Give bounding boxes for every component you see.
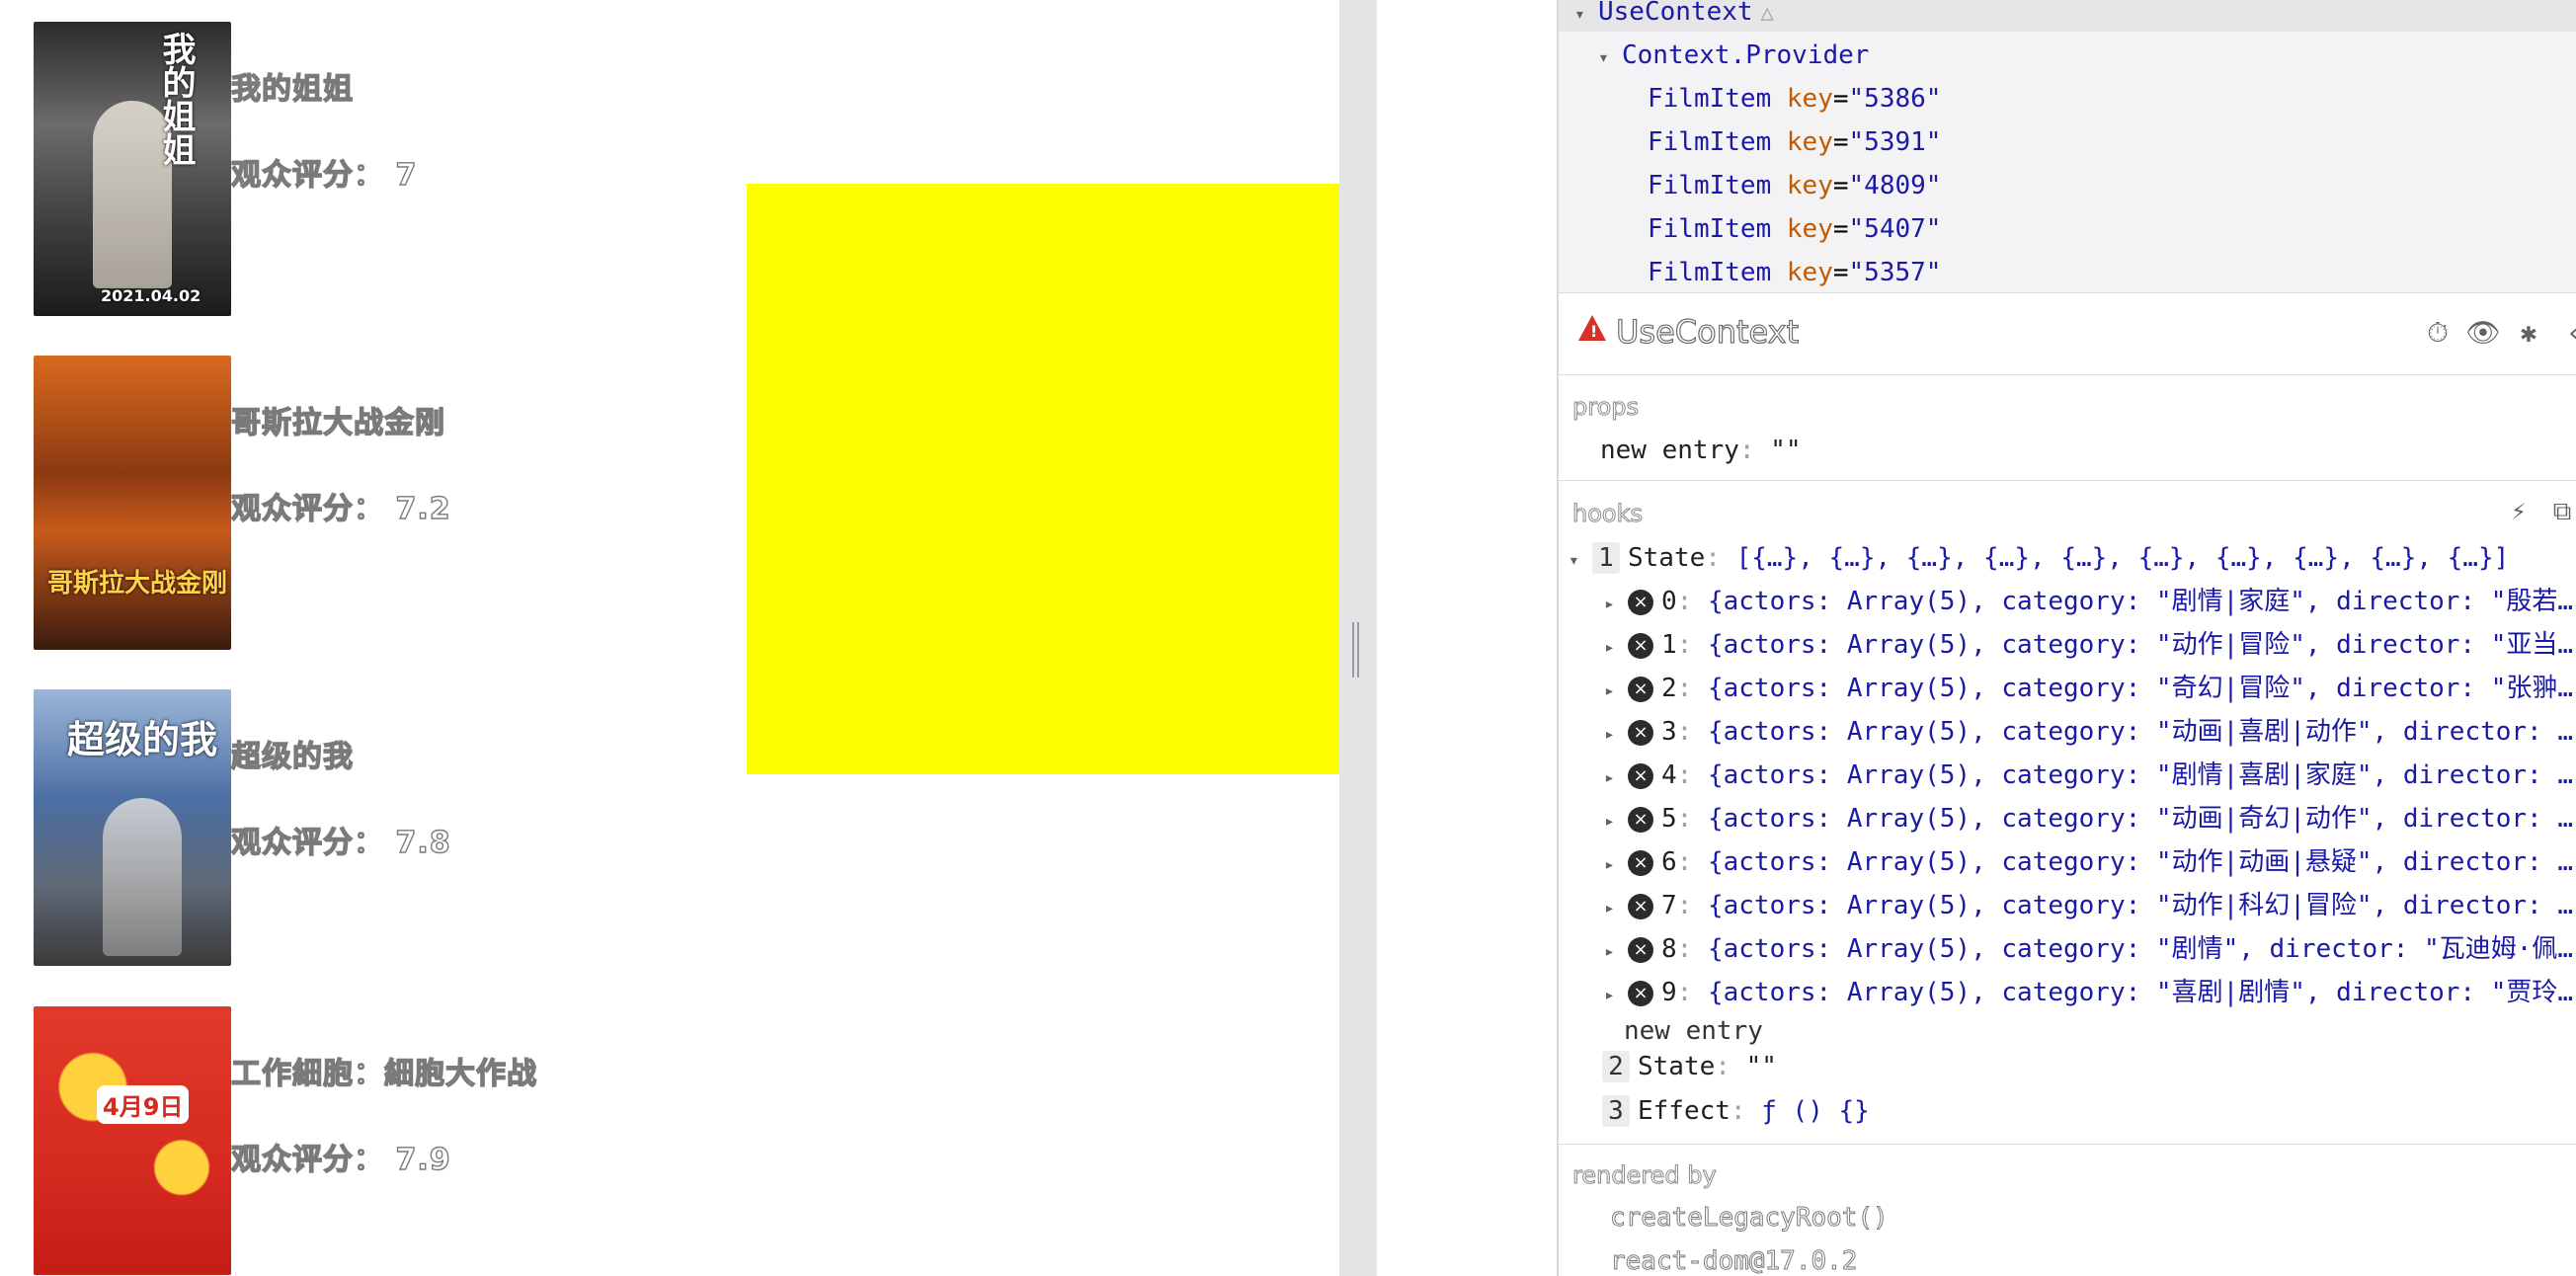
delete-entry-icon[interactable]: × [1628,980,1653,1006]
delete-entry-icon[interactable]: × [1628,936,1653,963]
caret-right-icon[interactable]: ▸ [1604,757,1628,800]
caret-right-icon[interactable]: ▸ [1604,843,1628,887]
film-title: 我的姐姐 [230,71,354,107]
divider [1559,480,2576,481]
hook-effect-3[interactable]: 3 Effect: ƒ () {} [1602,1089,1870,1133]
delete-entry-icon[interactable]: × [1628,849,1653,876]
delete-entry-icon[interactable]: × [1628,589,1653,615]
eye-icon[interactable]: 👁 [2465,315,2501,351]
delete-entry-icon[interactable]: × [1628,719,1653,746]
copy-icon[interactable]: ⧉ [2544,494,2576,529]
poster-title: 4月9日 [97,1085,190,1124]
state-entry-8[interactable]: ▸ × 8: {actors: Array(5), category: "剧情", … [1604,927,2573,971]
state-entry-5[interactable]: ▸ × 5: {actors: Array(5), category: "动画|奇幻… [1604,797,2573,840]
delete-entry-icon[interactable]: × [1628,762,1653,789]
state-entry-0[interactable]: ▸ × 0: {actors: Array(5), category: "剧情|家庭… [1604,580,2573,623]
film-score: 观众评分： 7.2 [230,491,451,526]
stopwatch-icon[interactable]: ⏱ [2420,315,2455,351]
rendered-by-label: rendered by [1572,1161,1718,1190]
state-entry-1[interactable]: ▸ × 1: {actors: Array(5), category: "动作|冒险… [1604,623,2573,667]
caret-down-icon[interactable]: ▾ [1598,39,1622,78]
caret-right-icon[interactable]: ▸ [1604,626,1628,670]
film-score: 观众评分： 7 [230,157,418,193]
poster-date: 2021.04.02 [101,286,201,305]
tree-row-filmitem[interactable]: FilmItem key="5357" [1648,253,1941,292]
state-entry-3[interactable]: ▸ × 3: {actors: Array(5), category: "动画|喜剧… [1604,710,2573,754]
rendered-by-item[interactable]: createLegacyRoot() [1610,1203,1890,1234]
hooks-label: hooks [1572,500,1644,528]
poster-figure [103,798,182,956]
film-title: 超级的我 [230,739,354,774]
tree-row-provider[interactable]: ▾ Context.Provider [1598,36,1869,75]
state-entry-9[interactable]: ▸ × 9: {actors: Array(5), category: "喜剧|剧情… [1604,971,2573,1014]
film-score: 观众评分： 7.8 [230,825,451,860]
selected-component-header: ! UseContext ⏱ 👁 ✱ ‹ [1559,292,2576,375]
warning-icon: △ [1760,1,1774,26]
delete-entry-icon[interactable]: × [1628,676,1653,702]
delete-entry-icon[interactable]: × [1628,893,1653,919]
poster-title: 超级的我 [67,718,218,761]
delete-entry-icon[interactable]: × [1628,806,1653,833]
react-devtools-panel: ▾ UseContext △ ▾ Context.Provider FilmItem … [1559,0,2576,1276]
props-new-entry[interactable]: new entry: "" [1600,429,1802,472]
state-entry-4[interactable]: ▸ × 4: {actors: Array(5), category: "剧情|喜剧… [1604,754,2573,797]
film-title: 工作細胞：細胞大作战 [230,1056,537,1091]
divider [1559,1144,2576,1145]
film-title: 哥斯拉大战金刚 [230,405,445,440]
hook-state-2[interactable]: 2 State: "" [1602,1045,1777,1088]
poster-title: 我的姐姐 [156,32,196,166]
caret-right-icon[interactable]: ▸ [1604,800,1628,843]
caret-down-icon[interactable]: ▾ [1569,539,1592,583]
error-warning-icon: ! [1578,315,1606,341]
caret-right-icon[interactable]: ▸ [1604,583,1628,626]
state-entry-7[interactable]: ▸ × 7: {actors: Array(5), category: "动作|科幻… [1604,884,2573,927]
state-entry-6[interactable]: ▸ × 6: {actors: Array(5), category: "动作|动画… [1604,840,2573,884]
app-preview: 我的姐姐 2021.04.02 我的姐姐 观众评分： 7 哥斯拉大战金刚 哥斯拉… [0,0,1339,1276]
component-tree: ▾ UseContext △ ▾ Context.Provider FilmItem … [1559,0,2576,292]
yellow-box [747,184,1339,774]
tree-row-filmitem[interactable]: FilmItem key="5386" [1648,79,1941,119]
film-poster: 超级的我 [34,689,231,966]
poster-title: 哥斯拉大战金刚 [47,569,228,598]
film-poster: 4月9日 [34,1006,231,1275]
tree-row-root[interactable]: ▾ UseContext △ [1559,0,2576,32]
caret-right-icon[interactable]: ▸ [1604,713,1628,757]
caret-right-icon[interactable]: ▸ [1604,887,1628,930]
bug-icon[interactable]: ✱ [2511,315,2546,351]
blank-area [1377,0,1557,1276]
caret-right-icon[interactable]: ▸ [1604,670,1628,713]
film-score: 观众评分： 7.9 [230,1142,451,1177]
state-entry-2[interactable]: ▸ × 2: {actors: Array(5), category: "奇幻|冒险… [1604,667,2573,710]
magic-wand-icon[interactable]: ⚡ [2501,494,2536,529]
tree-row-filmitem[interactable]: FilmItem key="4809" [1648,166,1941,205]
tree-row-filmitem[interactable]: FilmItem key="5391" [1648,122,1941,162]
drag-handle-icon[interactable] [1352,622,1364,678]
rendered-by-item[interactable]: react-dom@17.0.2 [1609,1246,1857,1276]
hook-state-1[interactable]: ▾ 1 State: [{…}, {…}, {…}, {…}, {…}, {…}, … [1569,536,2509,580]
film-poster: 我的姐姐 2021.04.02 [34,22,231,316]
selected-component-name: UseContext [1615,312,1800,351]
film-poster: 哥斯拉大战金刚 [34,356,231,650]
props-label: props [1572,393,1640,422]
code-icon[interactable]: ‹ [2556,315,2576,351]
pane-splitter[interactable] [1339,0,1377,1276]
delete-entry-icon[interactable]: × [1628,632,1653,659]
tree-row-filmitem[interactable]: FilmItem key="5407" [1648,209,1941,249]
caret-right-icon[interactable]: ▸ [1604,930,1628,974]
caret-down-icon[interactable]: ▾ [1574,0,1598,35]
